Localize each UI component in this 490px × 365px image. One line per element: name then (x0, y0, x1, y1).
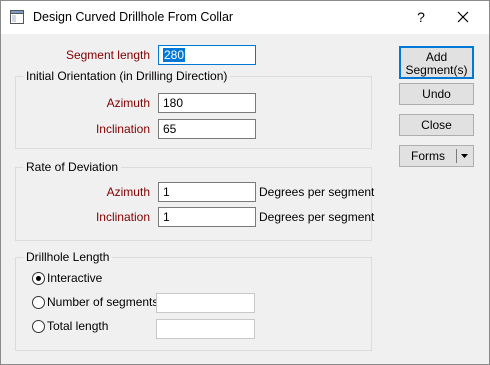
help-button[interactable]: ? (411, 5, 431, 29)
number-of-segments-input[interactable] (156, 293, 255, 313)
initial-inclination-input[interactable]: 65 (158, 119, 256, 139)
total-length-input[interactable] (156, 319, 255, 339)
radio-total-length[interactable] (32, 320, 45, 333)
deviation-inclination-label: Inclination (95, 210, 150, 224)
deviation-azimuth-input[interactable]: 1 (158, 182, 256, 202)
forms-button-label: Forms (411, 149, 445, 163)
rate-of-deviation-title: Rate of Deviation (23, 160, 122, 174)
undo-button[interactable]: Undo (399, 83, 474, 105)
segment-length-input[interactable]: 280 (158, 45, 256, 65)
radio-number-of-segments[interactable] (32, 296, 45, 309)
dialog-window: Design Curved Drillhole From Collar ? Se… (0, 0, 490, 365)
option-number-of-segments-label: Number of segments (47, 295, 159, 309)
segment-length-value: 280 (163, 48, 186, 62)
initial-azimuth-label: Azimuth (106, 96, 150, 110)
rate-of-deviation-group: Rate of Deviation (15, 160, 372, 241)
window-title: Design Curved Drillhole From Collar (33, 10, 234, 24)
option-interactive-label: Interactive (47, 271, 103, 285)
drillhole-length-title: Drillhole Length (23, 250, 113, 264)
deviation-azimuth-unit: Degrees per segment (259, 185, 375, 199)
option-total-length-label: Total length (47, 319, 109, 333)
forms-button[interactable]: Forms (399, 145, 474, 167)
initial-inclination-label: Inclination (95, 122, 150, 136)
close-icon[interactable] (451, 5, 475, 29)
initial-azimuth-input[interactable]: 180 (158, 93, 256, 113)
chevron-down-icon[interactable] (460, 152, 469, 160)
title-bar: Design Curved Drillhole From Collar ? (1, 1, 489, 34)
forms-split-divider (456, 149, 457, 163)
deviation-azimuth-label: Azimuth (106, 185, 150, 199)
deviation-inclination-unit: Degrees per segment (259, 210, 375, 224)
close-button[interactable]: Close (399, 114, 474, 136)
deviation-inclination-input[interactable]: 1 (158, 207, 256, 227)
add-segments-label-line2: Segment(s) (405, 63, 468, 77)
radio-interactive[interactable] (32, 272, 45, 285)
add-segments-button[interactable]: Add Segment(s) (399, 46, 474, 79)
segment-length-label: Segment length (65, 48, 150, 62)
radio-selected-dot (36, 276, 41, 281)
window-app-icon (10, 10, 24, 24)
initial-orientation-title: Initial Orientation (in Drilling Directi… (23, 69, 231, 83)
